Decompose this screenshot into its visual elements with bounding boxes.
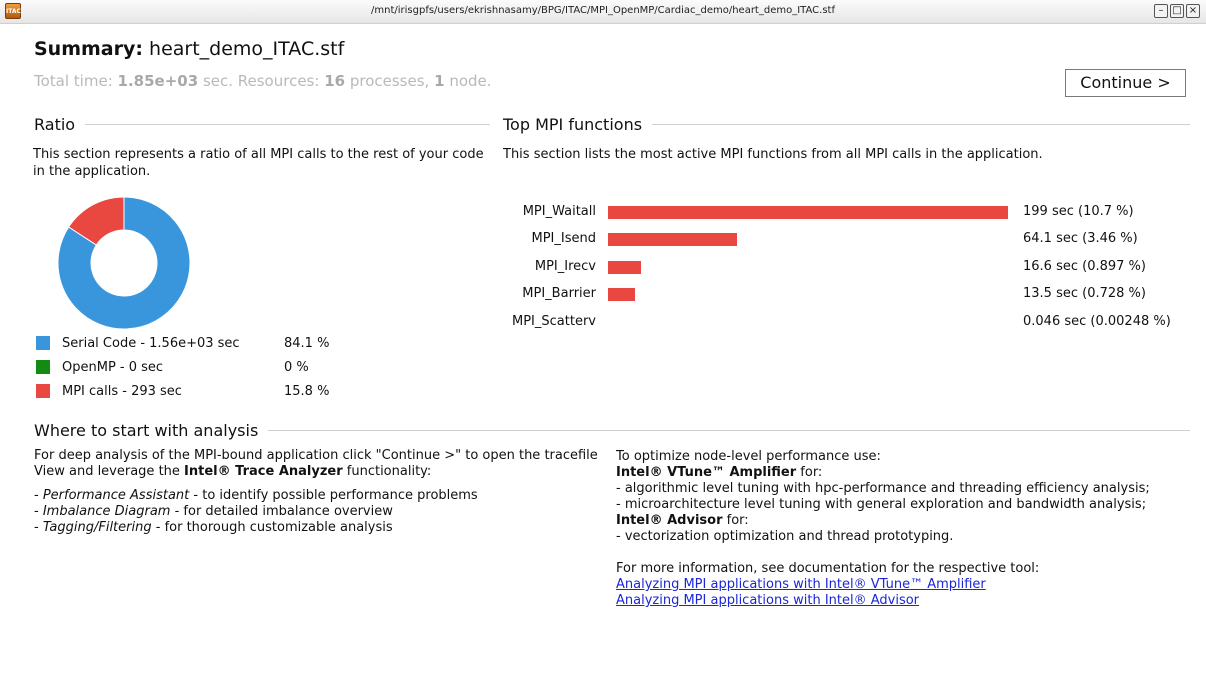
- ratio-section-header: Ratio: [34, 114, 490, 134]
- analysis-heading: Where to start with analysis: [34, 420, 259, 440]
- bar-row-mpi-waitall: MPI_Waitall 199 sec (10.7 %): [500, 202, 1200, 222]
- nodes-label: node.: [449, 72, 492, 90]
- trace-analyzer-guidance: For deep analysis of the MPI-bound appli…: [34, 448, 604, 536]
- processes-label: processes,: [349, 72, 430, 90]
- list-item: - Imbalance Diagram - for detailed imbal…: [34, 504, 604, 520]
- node-level-guidance: To optimize node-level performance use: …: [616, 449, 1176, 609]
- ratio-donut-chart: [57, 196, 191, 330]
- total-time-label: Total time:: [34, 72, 113, 90]
- tool-name: Imbalance Diagram: [42, 504, 171, 519]
- window-titlebar: ITAC /mnt/irisgpfs/users/ekrishnasamy/BP…: [0, 0, 1206, 24]
- bar-fill: [608, 288, 636, 301]
- mpi-calls-swatch: [36, 384, 50, 398]
- function-time: 13.5 sec (0.728 %): [1023, 286, 1146, 301]
- vtune-line-1: - algorithmic level tuning with hpc-perf…: [616, 481, 1150, 496]
- legend-label: Serial Code - 1.56e+03 sec: [62, 335, 240, 351]
- top-mpi-heading: Top MPI functions: [503, 114, 643, 134]
- intro-text-end: functionality:: [342, 464, 432, 479]
- window-title: /mnt/irisgpfs/users/ekrishnasamy/BPG/ITA…: [371, 5, 835, 16]
- ratio-description: This section represents a ratio of all M…: [33, 147, 484, 179]
- top-mpi-bar-chart: MPI_Waitall 199 sec (10.7 %) MPI_Isend 6…: [500, 202, 1200, 342]
- list-item: - Tagging/Filtering - for thorough custo…: [34, 520, 604, 536]
- analysis-section-header: Where to start with analysis: [34, 420, 1190, 440]
- legend-percent: 84.1 %: [284, 335, 330, 351]
- tool-name: Tagging/Filtering: [42, 520, 152, 535]
- vtune-name: Intel® VTune™ Amplifier: [616, 465, 797, 480]
- legend-label: OpenMP - 0 sec: [62, 359, 164, 375]
- bar-row-mpi-irecv: MPI_Irecv 16.6 sec (0.897 %): [500, 257, 1200, 277]
- summary-title: Summary: heart_demo_ITAC.stf: [34, 38, 344, 60]
- legend-item-mpi-calls: MPI calls - 293 sec 15.8 %: [36, 382, 344, 400]
- top-mpi-description: This section lists the most active MPI f…: [503, 147, 1043, 162]
- function-time: 64.1 sec (3.46 %): [1023, 231, 1138, 246]
- summary-filename: heart_demo_ITAC.stf: [149, 38, 345, 60]
- analysis-tools-list: - Performance Assistant - to identify po…: [34, 488, 604, 536]
- total-time-unit: sec. Resources:: [202, 72, 320, 90]
- function-name: MPI_Isend: [531, 231, 597, 246]
- function-name: MPI_Scatterv: [512, 314, 596, 329]
- legend-percent: 0 %: [284, 359, 309, 375]
- legend-label: MPI calls - 293 sec: [62, 383, 182, 399]
- summary-label: Summary:: [34, 38, 143, 60]
- function-name: MPI_Waitall: [522, 204, 596, 219]
- link-row: Analyzing MPI applications with Intel® V…: [616, 577, 1176, 593]
- openmp-swatch: [36, 360, 50, 374]
- bar-fill: [608, 206, 1008, 219]
- advisor-doc-link[interactable]: Analyzing MPI applications with Intel® A…: [616, 593, 919, 608]
- advisor-line-1: - vectorization optimization and thread …: [616, 529, 954, 544]
- bar-row-mpi-isend: MPI_Isend 64.1 sec (3.46 %): [500, 229, 1200, 249]
- vtune-heading: Intel® VTune™ Amplifier for:: [616, 465, 1176, 481]
- serial-code-swatch: [36, 336, 50, 350]
- legend-percent: 15.8 %: [284, 383, 330, 399]
- bar-row-mpi-scatterv: MPI_Scatterv 0.046 sec (0.00248 %): [500, 312, 1200, 332]
- continue-button[interactable]: Continue >: [1065, 69, 1186, 97]
- summary-page: Summary: heart_demo_ITAC.stf Total time:…: [0, 24, 1206, 693]
- function-time: 0.046 sec (0.00248 %): [1023, 314, 1171, 329]
- tool-desc: - for detailed imbalance overview: [170, 504, 393, 519]
- legend-item-serial-code: Serial Code - 1.56e+03 sec 84.1 %: [36, 334, 344, 352]
- list-dash: -: [34, 520, 43, 535]
- total-time-value: 1.85e+03: [117, 72, 199, 90]
- vtune-line-2: - microarchitecture level tuning with ge…: [616, 497, 1147, 512]
- node-level-intro: To optimize node-level performance use:: [616, 449, 881, 464]
- tool-desc: - for thorough customizable analysis: [151, 520, 393, 535]
- function-time: 199 sec (10.7 %): [1023, 204, 1134, 219]
- nodes-value: 1: [434, 72, 445, 90]
- legend-item-openmp: OpenMP - 0 sec 0 %: [36, 358, 344, 376]
- function-name: MPI_Barrier: [522, 286, 596, 301]
- list-dash: -: [34, 504, 43, 519]
- ratio-heading: Ratio: [34, 114, 76, 134]
- link-row: Analyzing MPI applications with Intel® A…: [616, 593, 1176, 609]
- close-button[interactable]: ×: [1186, 4, 1200, 18]
- processes-value: 16: [324, 72, 346, 90]
- function-name: MPI_Irecv: [534, 259, 596, 274]
- trace-analyzer-intro: For deep analysis of the MPI-bound appli…: [34, 448, 604, 480]
- bar-row-mpi-barrier: MPI_Barrier 13.5 sec (0.728 %): [500, 284, 1200, 304]
- for-label: for:: [722, 513, 749, 528]
- divider: [652, 123, 1190, 125]
- maximize-button[interactable]: □: [1170, 4, 1184, 18]
- more-info-text: For more information, see documentation …: [616, 561, 1040, 576]
- divider: [268, 429, 1190, 431]
- list-dash: -: [34, 488, 43, 503]
- advisor-name: Intel® Advisor: [616, 513, 723, 528]
- divider: [85, 123, 490, 125]
- trace-analyzer-name: Intel® Trace Analyzer: [184, 464, 343, 479]
- for-label: for:: [796, 465, 823, 480]
- top-mpi-section-header: Top MPI functions: [503, 114, 1190, 134]
- bar-fill: [608, 233, 737, 246]
- tool-desc: - to identify possible performance probl…: [189, 488, 478, 503]
- tool-name: Performance Assistant: [42, 488, 190, 503]
- minimize-button[interactable]: –: [1154, 4, 1168, 18]
- vtune-doc-link[interactable]: Analyzing MPI applications with Intel® V…: [616, 577, 986, 592]
- bar-fill: [608, 261, 642, 274]
- list-item: - Performance Assistant - to identify po…: [34, 488, 604, 504]
- resources-summary: Total time: 1.85e+03 sec. Resources: 16 …: [34, 72, 492, 90]
- advisor-heading: Intel® Advisor for:: [616, 513, 1176, 529]
- function-time: 16.6 sec (0.897 %): [1023, 259, 1146, 274]
